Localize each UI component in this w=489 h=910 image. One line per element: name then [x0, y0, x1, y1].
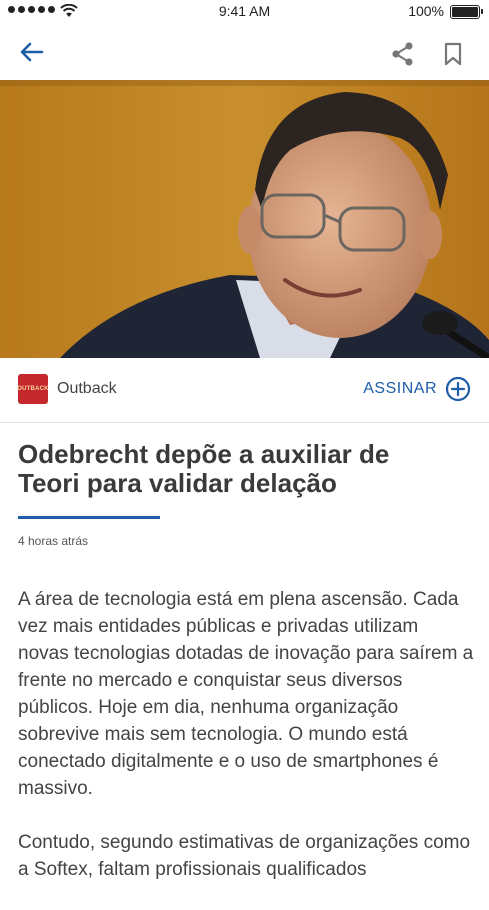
article-timestamp: 4 horas atrás: [18, 534, 89, 548]
plus-circle-icon: [445, 376, 471, 402]
subscribe-label: ASSINAR: [363, 380, 437, 397]
article-title: Odebrecht depõe a auxiliar de Teori para…: [18, 439, 390, 498]
share-icon[interactable]: [390, 41, 416, 67]
source-logo[interactable]: OUTBACK: [17, 374, 49, 404]
battery-icon: [450, 5, 483, 19]
arrow-left-icon[interactable]: [18, 40, 46, 64]
bookmark-icon[interactable]: [442, 41, 464, 67]
battery-percentage: 100%: [408, 3, 444, 19]
article-body: A área de tecnologia está em plena ascen…: [18, 586, 474, 910]
title-underline: [18, 516, 160, 519]
nav-bar: [0, 22, 489, 80]
source-name[interactable]: Outback: [57, 380, 117, 398]
article-paragraph: Contudo, segundo estimativas de organiza…: [18, 832, 471, 880]
subscribe-button[interactable]: ASSINAR: [363, 376, 471, 402]
article-hero-image: [0, 80, 489, 358]
source-logo-text: OUTBACK: [17, 386, 49, 392]
article-paragraph: A área de tecnologia está em plena ascen…: [18, 589, 474, 799]
status-bar: 9:41 AM 100%: [0, 0, 489, 22]
source-row: OUTBACK Outback ASSINAR: [0, 358, 489, 423]
